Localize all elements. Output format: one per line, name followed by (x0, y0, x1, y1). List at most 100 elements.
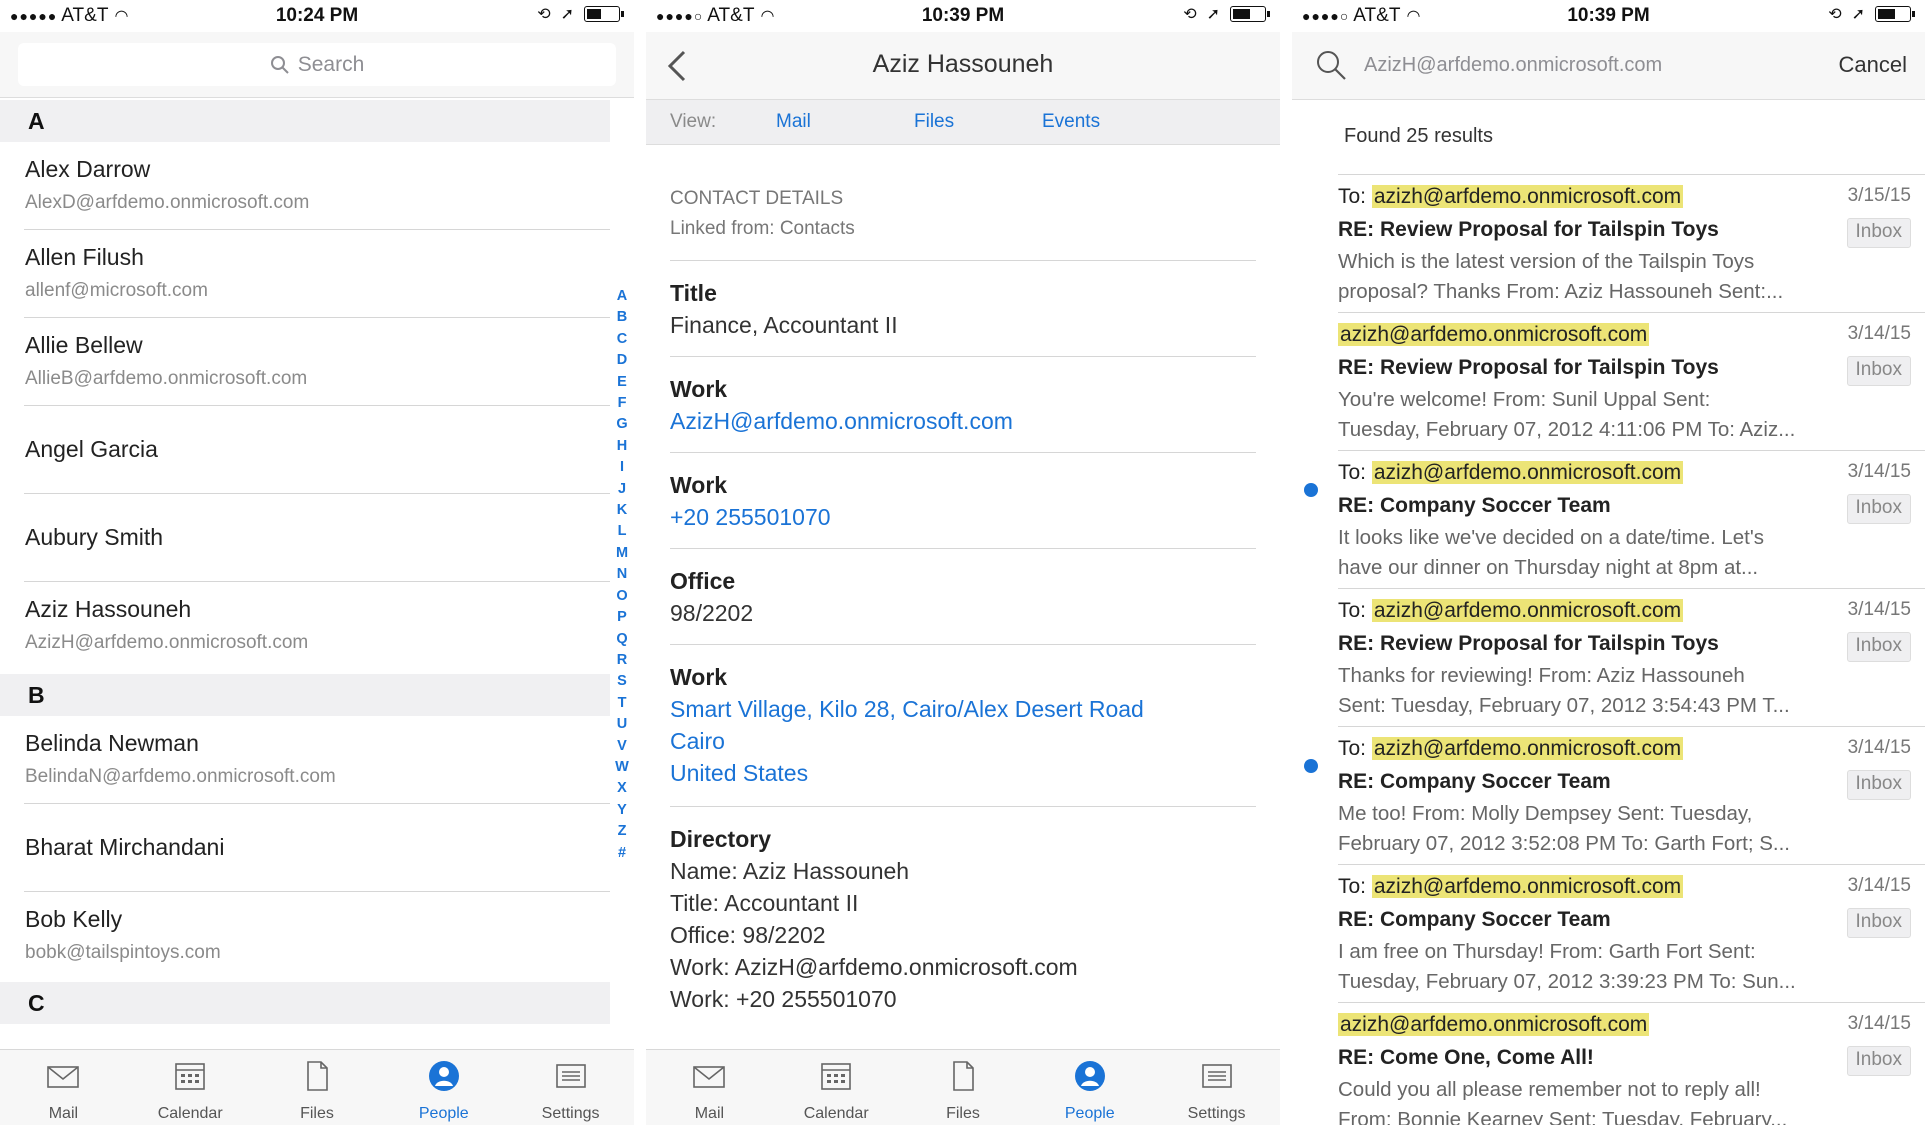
linked-from: Linked from: Contacts (670, 218, 855, 239)
address-line[interactable]: Cairo (670, 725, 1256, 757)
message-preview: You're welcome! From: Sunil Uppal Sent: T… (1338, 385, 1838, 445)
person-email: AlexD@arfdemo.onmicrosoft.com (25, 192, 310, 213)
field-label: Work (670, 664, 728, 690)
message-date: 3/14/15 (1847, 323, 1911, 344)
list-item[interactable]: azizh@arfdemo.onmicrosoft.com RE: Review… (1338, 312, 1925, 450)
message-subject: RE: Review Proposal for Tailspin Toys (1338, 356, 1719, 379)
contact-details-header: CONTACT DETAILS Linked from: Contacts (670, 188, 1256, 240)
preview-line: Tuesday, February 07, 2012 3:39:23 PM To… (1338, 970, 1796, 993)
list-item[interactable]: Aziz Hassouneh AzizH@arfdemo.onmicrosoft… (24, 582, 610, 670)
list-item[interactable]: Bob Kelly bobk@tailspintoys.com (24, 892, 610, 980)
list-item[interactable]: Angel Garcia (24, 406, 610, 494)
person-name: Allie Bellew (25, 332, 143, 358)
list-item[interactable]: To: azizh@arfdemo.onmicrosoft.com RE: Co… (1338, 864, 1925, 1002)
rotation-lock-icon: ⟲ (537, 6, 551, 23)
preview-line: Tuesday, February 07, 2012 4:11:06 PM To… (1338, 418, 1796, 441)
directory-line: Name: Aziz Hassouneh (670, 858, 910, 884)
person-email: BelindaN@arfdemo.onmicrosoft.com (25, 766, 336, 787)
title-field: Title Finance, Accountant II (670, 280, 1256, 341)
address-line[interactable]: United States (670, 757, 1256, 789)
recipient-line: To: azizh@arfdemo.onmicrosoft.com (1338, 737, 1684, 761)
tab-files[interactable]: Files (254, 1050, 381, 1125)
alphabet-index[interactable]: A B C D E F G H I J K L M N O P Q R S T … (612, 286, 632, 864)
message-date: 3/14/15 (1847, 1013, 1911, 1034)
tab-label: Mail (694, 1105, 725, 1122)
folder-badge: Inbox (1846, 218, 1911, 248)
tab-people[interactable]: People (1026, 1050, 1153, 1125)
tab-files[interactable]: Files (914, 111, 954, 133)
list-item[interactable]: Bharat Mirchandani (24, 804, 610, 892)
people-list-screen: ●●●●● AT&T ◠ 10:24 PM ⟲ ➚ Search A Alex Dar… (0, 0, 634, 1125)
list-item[interactable]: To: azizh@arfdemo.onmicrosoft.com RE: Co… (1304, 726, 1925, 864)
phone-link[interactable]: +20 255501070 (670, 501, 1256, 533)
preview-line: Me too! From: Molly Dempsey Sent: Tuesda… (1338, 802, 1753, 825)
address-line[interactable]: Smart Village, Kilo 28, Cairo/Alex Deser… (670, 693, 1256, 725)
recipient-line: To: azizh@arfdemo.onmicrosoft.com (1338, 461, 1684, 485)
work-email-field: Work AzizH@arfdemo.onmicrosoft.com (670, 376, 1256, 437)
divider (670, 644, 1256, 645)
tab-label: Mail (48, 1105, 79, 1122)
email-link[interactable]: AzizH@arfdemo.onmicrosoft.com (670, 405, 1256, 437)
list-item[interactable]: To: azizh@arfdemo.onmicrosoft.com RE: Re… (1338, 588, 1925, 726)
tab-calendar[interactable]: Calendar (127, 1050, 254, 1125)
tab-mail[interactable]: Mail (776, 111, 811, 133)
rotation-lock-icon: ⟲ (1828, 6, 1842, 23)
list-item[interactable]: Alex Darrow AlexD@arfdemo.onmicrosoft.co… (24, 142, 610, 230)
message-date: 3/15/15 (1847, 185, 1911, 206)
tab-settings[interactable]: Settings (507, 1050, 634, 1125)
tab-files[interactable]: Files (900, 1050, 1027, 1125)
tab-mail[interactable]: Mail (646, 1050, 773, 1125)
tab-label: Calendar (803, 1105, 869, 1122)
search-placeholder: Search (297, 52, 365, 76)
message-preview: Me too! From: Molly Dempsey Sent: Tuesda… (1338, 799, 1838, 859)
tab-mail[interactable]: Mail (0, 1050, 127, 1125)
list-item[interactable]: To: azizh@arfdemo.onmicrosoft.com RE: Re… (1338, 174, 1925, 312)
search-bar: Search (0, 32, 634, 98)
message-preview: I am free on Thursday! From: Garth Fort … (1338, 937, 1838, 997)
field-value: Finance, Accountant II (670, 312, 898, 338)
tab-label: Files (300, 1105, 334, 1122)
list-item[interactable]: azizh@arfdemo.onmicrosoft.com RE: Come O… (1338, 1002, 1925, 1125)
rotation-lock-icon: ⟲ (1183, 6, 1197, 23)
person-name: Bharat Mirchandani (25, 834, 225, 860)
search-input[interactable]: Search (18, 43, 616, 86)
files-icon (307, 1061, 328, 1091)
search-icon (1317, 51, 1346, 80)
recipient-line: To: azizh@arfdemo.onmicrosoft.com (1338, 185, 1684, 209)
preview-line: Thanks for reviewing! From: Aziz Hassoun… (1338, 664, 1745, 687)
location-icon: ➚ (560, 6, 574, 23)
tab-calendar[interactable]: Calendar (773, 1050, 900, 1125)
office-field: Office 98/2202 (670, 568, 1256, 629)
divider (670, 260, 1256, 261)
list-item[interactable]: Allen Filush allenf@microsoft.com (24, 230, 610, 318)
directory-line: Work: AzizH@arfdemo.onmicrosoft.com (670, 954, 1078, 980)
work-phone-field: Work +20 255501070 (670, 472, 1256, 533)
message-date: 3/14/15 (1847, 461, 1911, 482)
status-bar: ●●●●○ AT&T ◠ 10:39 PM ⟲ ➚ (646, 0, 1280, 32)
battery-icon (1230, 6, 1270, 22)
cancel-button[interactable]: Cancel (1839, 52, 1907, 78)
status-bar: ●●●●○ AT&T ◠ 10:39 PM ⟲ ➚ (1292, 0, 1925, 32)
list-item[interactable]: Belinda Newman BelindaN@arfdemo.onmicros… (24, 716, 610, 804)
preview-line: Could you all please remember not to rep… (1338, 1078, 1761, 1101)
field-label: Office (670, 568, 736, 594)
tab-people[interactable]: People (380, 1050, 507, 1125)
tab-events[interactable]: Events (1042, 111, 1100, 133)
recipient-address: azizh@arfdemo.onmicrosoft.com (1371, 875, 1684, 898)
contact-details-screen: ●●●●○ AT&T ◠ 10:39 PM ⟲ ➚ Aziz Hassouneh Vi… (646, 0, 1280, 1125)
search-input[interactable]: AzizH@arfdemo.onmicrosoft.com (1364, 54, 1662, 77)
preview-line: You're welcome! From: Sunil Uppal Sent: (1338, 388, 1711, 411)
tab-settings[interactable]: Settings (1153, 1050, 1280, 1125)
status-bar: ●●●●● AT&T ◠ 10:24 PM ⟲ ➚ (0, 0, 634, 32)
message-date: 3/14/15 (1847, 599, 1911, 620)
nav-bar: Aziz Hassouneh (646, 32, 1280, 100)
field-label: Directory (670, 826, 771, 852)
unread-dot (1304, 759, 1318, 773)
preview-line: February 07, 2012 3:52:08 PM To: Garth F… (1338, 832, 1790, 855)
address-field: Work Smart Village, Kilo 28, Cairo/Alex … (670, 664, 1256, 789)
list-item[interactable]: To: azizh@arfdemo.onmicrosoft.com RE: Co… (1304, 450, 1925, 588)
list-item[interactable]: Aubury Smith (24, 494, 610, 582)
view-switcher: View: Mail Files Events (646, 100, 1280, 145)
folder-badge: Inbox (1846, 770, 1911, 800)
list-item[interactable]: Allie Bellew AllieB@arfdemo.onmicrosoft.… (24, 318, 610, 406)
